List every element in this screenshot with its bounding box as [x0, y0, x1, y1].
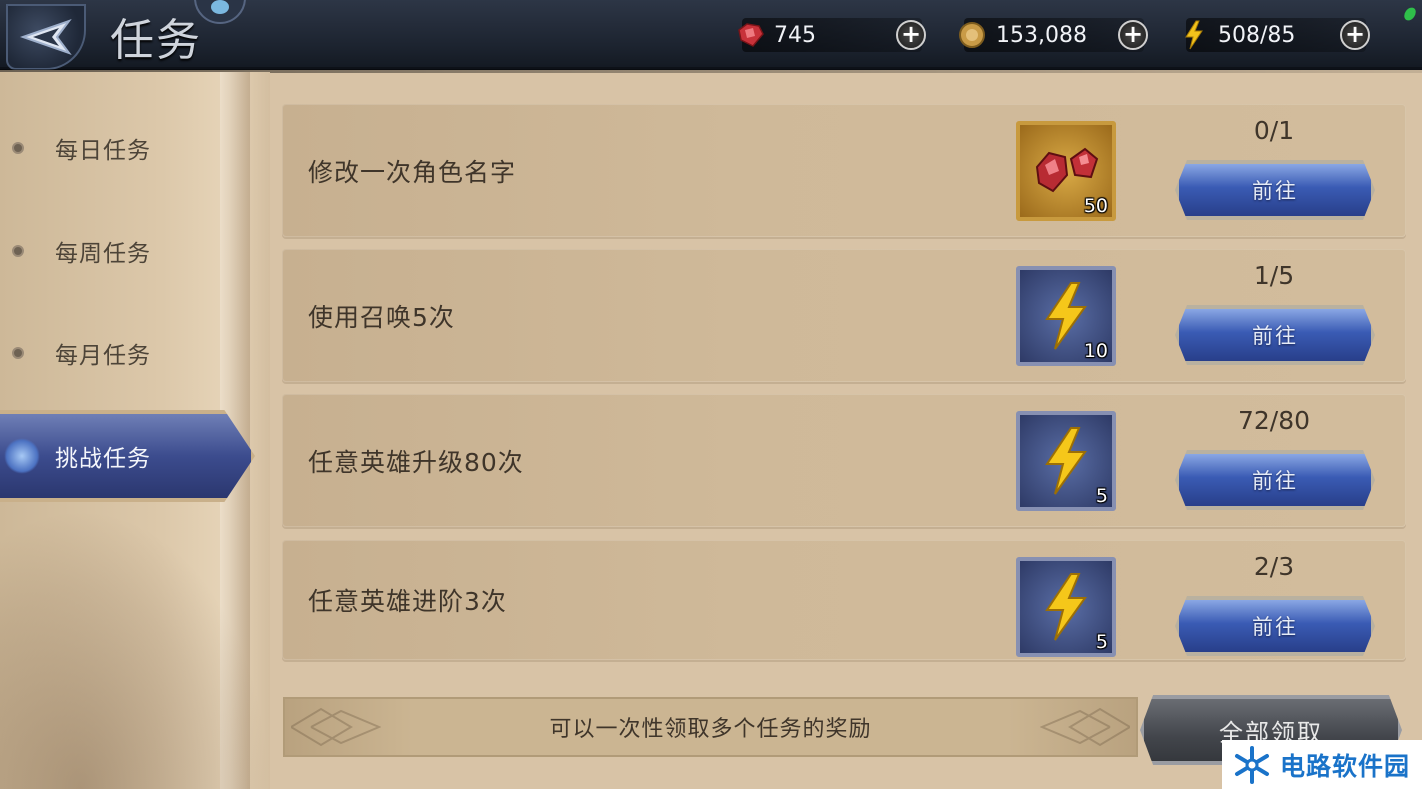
add-gold-button[interactable]: + — [1118, 20, 1148, 50]
go-button[interactable]: 前往 — [1175, 596, 1375, 656]
energy-count: 508/85 — [1218, 22, 1296, 48]
go-button-label: 前往 — [1252, 179, 1298, 203]
snowflake-logo-icon — [1235, 745, 1269, 784]
go-button-label: 前往 — [1252, 615, 1298, 639]
task-progress: 72/80 — [1237, 406, 1311, 435]
sidebar-item-weekly[interactable]: 每周任务 — [0, 221, 255, 281]
reward-item[interactable]: 5 — [1016, 411, 1116, 511]
top-bar: 任务 745 + 153,088 + 508/85 + — [0, 0, 1422, 73]
sidebar-item-daily[interactable]: 每日任务 — [0, 118, 255, 178]
gold-resource: 153,088 + — [959, 18, 1148, 52]
go-button-label: 前往 — [1252, 324, 1298, 348]
reward-quantity: 5 — [1095, 631, 1108, 653]
watermark: 电路软件园 — [1222, 740, 1422, 789]
task-name: 任意英雄进阶3次 — [308, 587, 507, 616]
bullet-icon — [12, 245, 24, 257]
task-progress: 2/3 — [1253, 552, 1295, 581]
task-row: 修改一次角色名字 50 0/1 前往 — [282, 104, 1406, 237]
lightning-energy-icon — [1178, 19, 1210, 51]
go-button-label: 前往 — [1252, 469, 1298, 493]
sidebar-item-monthly[interactable]: 每月任务 — [0, 323, 255, 383]
task-name: 任意英雄升级80次 — [308, 447, 524, 477]
reward-quantity: 10 — [1083, 340, 1108, 362]
back-arrow-icon — [19, 18, 72, 56]
gem-count: 745 — [774, 22, 816, 48]
task-row: 使用召唤5次 10 1/5 前往 — [282, 249, 1406, 382]
bullet-icon — [12, 142, 24, 154]
back-button[interactable] — [6, 4, 86, 70]
reward-item[interactable]: 10 — [1016, 266, 1116, 366]
reward-item[interactable]: 5 — [1016, 557, 1116, 657]
add-gems-button[interactable]: + — [896, 20, 926, 50]
lightning-energy-icon — [1045, 573, 1087, 641]
category-sidebar: 每日任务 每周任务 每月任务 挑战任务 — [0, 72, 270, 789]
ornament-icon — [291, 707, 381, 747]
leaf-icon — [1404, 7, 1416, 21]
bullet-icon — [12, 347, 24, 359]
task-name: 修改一次角色名字 — [308, 157, 517, 187]
sidebar-item-challenge[interactable]: 挑战任务 — [0, 410, 255, 502]
ornament-icon — [1040, 707, 1130, 747]
reward-item[interactable]: 50 — [1016, 121, 1116, 221]
task-progress: 1/5 — [1253, 261, 1295, 290]
add-energy-button[interactable]: + — [1340, 20, 1370, 50]
sidebar-item-label: 每周任务 — [55, 241, 151, 267]
hint-text: 可以一次性领取多个任务的奖励 — [549, 717, 872, 742]
hint-bar: 可以一次性领取多个任务的奖励 — [283, 697, 1138, 757]
gem-resource: 745 + — [738, 18, 926, 52]
task-progress: 0/1 — [1253, 116, 1295, 145]
sidebar-item-label: 每日任务 — [55, 138, 151, 164]
task-row: 任意英雄进阶3次 5 2/3 前往 — [282, 540, 1406, 660]
page-title: 任务 — [110, 15, 202, 66]
swirl-emblem-icon — [4, 438, 40, 474]
energy-resource: 508/85 + — [1185, 18, 1370, 52]
task-name: 使用召唤5次 — [308, 302, 455, 332]
ruby-gem-icon — [734, 19, 766, 51]
gold-count: 153,088 — [996, 22, 1087, 48]
sidebar-item-label: 每月任务 — [55, 343, 151, 369]
ruby-gem-icon — [1035, 147, 1099, 193]
lightning-energy-icon — [1045, 427, 1087, 495]
sidebar-item-label: 挑战任务 — [55, 446, 151, 472]
watermark-text: 电路软件园 — [1280, 751, 1411, 781]
go-button[interactable]: 前往 — [1175, 305, 1375, 365]
task-row: 任意英雄升级80次 5 72/80 前往 — [282, 394, 1406, 527]
gold-coin-icon — [956, 19, 988, 51]
reward-quantity: 50 — [1083, 195, 1108, 217]
reward-quantity: 5 — [1095, 485, 1108, 507]
go-button[interactable]: 前往 — [1175, 450, 1375, 510]
go-button[interactable]: 前往 — [1175, 160, 1375, 220]
